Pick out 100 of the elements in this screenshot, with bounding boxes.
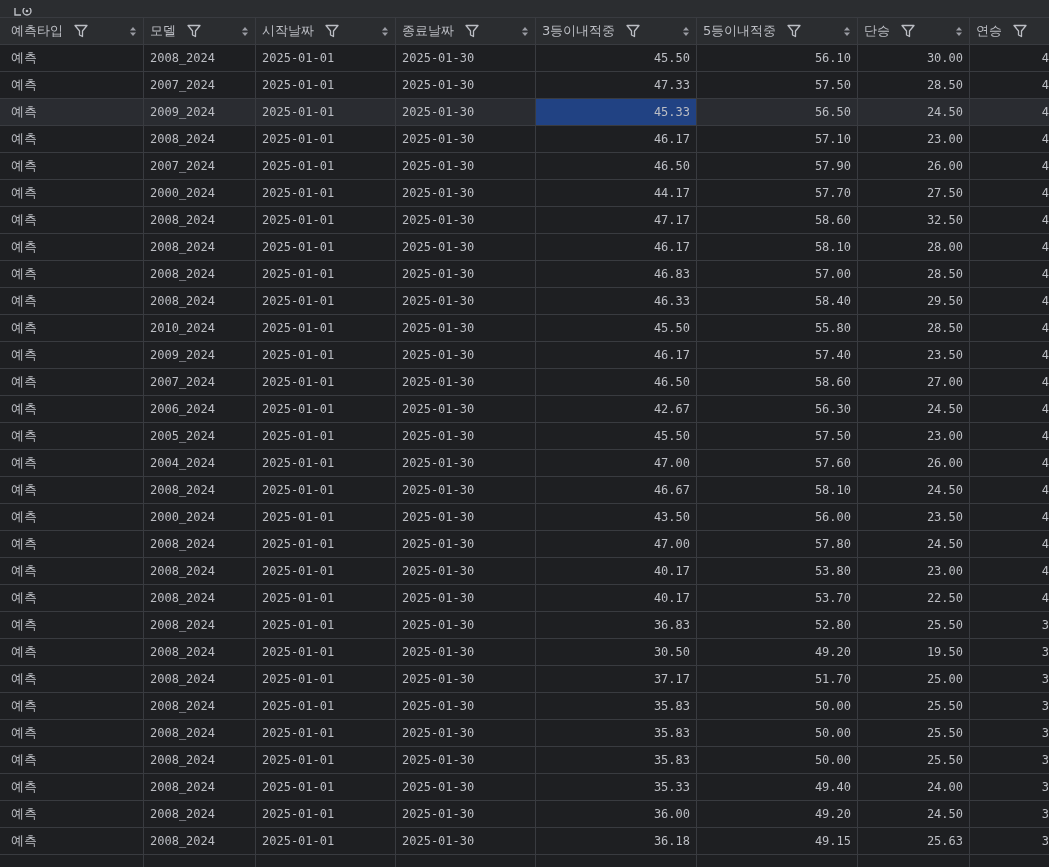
table-cell: 2000_2024 (144, 180, 256, 206)
column-header[interactable]: 시작날짜 (256, 18, 396, 44)
table-row[interactable]: 예측 2008_2024 2025-01-01 2025-01-30 40.17 53.80 23.00 4 (0, 558, 1049, 585)
table-cell: 2025-01-01 (256, 774, 396, 800)
table-row[interactable]: 예측 2009_2024 2025-01-01 2025-01-30 45.33 56.50 24.50 4 (0, 99, 1049, 126)
table-row[interactable]: 예측 2008_2024 2025-01-01 2025-01-30 35.83 50.00 25.50 3 (0, 693, 1049, 720)
filter-icon[interactable] (186, 23, 202, 39)
table-row[interactable]: 예측 2008_2024 2025-01-01 2025-01-30 30.50 49.20 19.50 3 (0, 639, 1049, 666)
table-cell: 2025-01-30 (396, 720, 536, 746)
table-cell: 49.20 (697, 801, 858, 827)
table-cell-text: 4 (1040, 563, 1049, 580)
table-cell: 예측 (5, 450, 144, 476)
table-cell: 2025-01-01 (256, 369, 396, 395)
table-cell: 45.50 (536, 315, 697, 341)
filter-icon[interactable] (73, 23, 89, 39)
filter-icon[interactable] (324, 23, 340, 39)
table-cell: 2010_2024 (144, 315, 256, 341)
table-row[interactable]: 예측 2008_2024 2025-01-01 2025-01-30 46.33 58.40 29.50 4 (0, 288, 1049, 315)
column-header[interactable]: 종료날짜 (396, 18, 536, 44)
table-cell: 2025-01-01 (256, 288, 396, 314)
table-cell-text: 4 (1040, 320, 1049, 337)
table-cell: 28.00 (858, 234, 970, 260)
sort-icon[interactable] (381, 25, 389, 37)
table-row[interactable]: 예측 2008_2024 2025-01-01 2025-01-30 46.17 57.10 23.00 4 (0, 126, 1049, 153)
table-cell: 44.17 (536, 180, 697, 206)
table-row[interactable]: 예측 2007_2024 2025-01-01 2025-01-30 46.50 57.90 26.00 4 (0, 153, 1049, 180)
table-cell: 2008_2024 (144, 261, 256, 287)
filter-icon[interactable] (464, 23, 480, 39)
table-cell: 2025-01-30 (396, 666, 536, 692)
table-cell-text: 4 (1040, 401, 1049, 418)
table-row[interactable]: 예측 2008_2024 2025-01-01 2025-01-30 35.83 50.00 25.50 3 (0, 720, 1049, 747)
table-row[interactable]: 예측 2008_2024 2025-01-01 2025-01-30 35.83 50.00 25.50 3 (0, 747, 1049, 774)
sort-icon[interactable] (521, 25, 529, 37)
table-row[interactable]: 예측 2010_2024 2025-01-01 2025-01-30 45.50 55.80 28.50 4 (0, 315, 1049, 342)
table-cell: 2025-01-01 (256, 558, 396, 584)
sort-icon[interactable] (843, 25, 851, 37)
filter-icon[interactable] (786, 23, 803, 39)
table-cell: 2008_2024 (144, 126, 256, 152)
column-header[interactable]: 5등이내적중 (697, 18, 858, 44)
table-row[interactable]: 예측 2008_2024 2025-01-01 2025-01-30 45.50 56.10 30.00 4 (0, 45, 1049, 72)
table-cell: 2006_2024 (144, 396, 256, 422)
table-row[interactable]: 예측 2006_2024 2025-01-01 2025-01-30 42.67 56.30 24.50 4 (0, 396, 1049, 423)
table-row[interactable]: 예측 2007_2024 2025-01-01 2025-01-30 46.50 58.60 27.00 4 (0, 369, 1049, 396)
table-row[interactable]: 예측 2008_2024 2025-01-01 2025-01-30 35.33 49.40 24.00 3 (0, 774, 1049, 801)
filter-icon[interactable] (625, 23, 642, 39)
table-cell: 예측 (5, 747, 144, 773)
table-cell: 2025-01-30 (396, 153, 536, 179)
table-row[interactable]: 예측 2008_2024 2025-01-01 2025-01-30 46.83 57.00 28.50 4 (0, 261, 1049, 288)
table-cell: 예측 (5, 207, 144, 233)
table-row[interactable]: 예측 2000_2024 2025-01-01 2025-01-30 43.50 56.00 23.50 4 (0, 504, 1049, 531)
table-row[interactable]: 예측 2007_2024 2025-01-01 2025-01-30 47.33 57.50 28.50 4 (0, 72, 1049, 99)
sort-icon[interactable] (955, 25, 963, 37)
column-header[interactable]: 3등이내적중 (536, 18, 697, 44)
table-cell-text: 4 (1040, 158, 1049, 175)
column-header[interactable]: 예측타입 (5, 18, 144, 44)
column-header[interactable]: 모델 (144, 18, 256, 44)
column-title: 연승 (976, 22, 1002, 41)
table-cell: 2025-01-30 (396, 45, 536, 71)
table-row[interactable]: 예측 2008_2024 2025-01-01 2025-01-30 37.17 51.70 25.00 3 (0, 666, 1049, 693)
table-cell: 2025-01-30 (396, 774, 536, 800)
table-cell: 2025-01-01 (256, 261, 396, 287)
table-cell: 2025-01-30 (396, 288, 536, 314)
table-cell: 예측 (5, 342, 144, 368)
table-row[interactable]: 예측 2008_2024 2025-01-01 2025-01-30 36.18 49.15 25.63 3 (0, 828, 1049, 855)
table-cell-text: 4 (1040, 239, 1049, 256)
table-row[interactable]: 예측 2008_2024 2025-01-01 2025-01-30 46.17 58.10 28.00 4 (0, 234, 1049, 261)
table-cell: 36.83 (536, 612, 697, 638)
table-row[interactable]: 예측 2008_2024 2025-01-01 2025-01-30 36.83 52.80 25.50 3 (0, 612, 1049, 639)
table-row[interactable]: 예측 2008_2024 2025-01-01 2025-01-30 47.00 57.80 24.50 4 (0, 531, 1049, 558)
column-title: 3등이내적중 (542, 22, 616, 41)
table-row[interactable]: 예측 2000_2024 2025-01-01 2025-01-30 44.17 57.70 27.50 4 (0, 180, 1049, 207)
table-cell: 55.80 (697, 315, 858, 341)
sort-icon[interactable] (241, 25, 249, 37)
sort-icon[interactable] (682, 25, 690, 37)
table-cell: 2007_2024 (144, 72, 256, 98)
table-row[interactable]: 예측 2009_2024 2025-01-01 2025-01-30 46.17 57.40 23.50 4 (0, 342, 1049, 369)
table-cell: 24.50 (858, 99, 970, 125)
table-cell: 예측 (5, 531, 144, 557)
table-cell: 58.10 (697, 477, 858, 503)
table-row[interactable]: 예측 2008_2024 2025-01-01 2025-01-30 40.17 53.70 22.50 4 (0, 585, 1049, 612)
table-row[interactable]: 예측 2008_2024 2025-01-01 2025-01-30 47.17 58.60 32.50 4 (0, 207, 1049, 234)
table-cell-text: 4 (1040, 131, 1049, 148)
table-cell-text: 4 (1040, 185, 1049, 202)
column-header[interactable]: 연승 (970, 18, 1049, 44)
table-cell: 2025-01-01 (256, 207, 396, 233)
column-header[interactable]: 단승 (858, 18, 970, 44)
table-cell-text: 3 (1040, 698, 1049, 715)
table-cell-text: 4 (1040, 590, 1049, 607)
table-row[interactable]: 예측 2008_2024 2025-01-01 2025-01-30 36.00 49.20 24.50 3 (0, 801, 1049, 828)
table-row[interactable]: 예측 2005_2024 2025-01-01 2025-01-30 45.50 57.50 23.00 4 (0, 423, 1049, 450)
table-row[interactable]: 예측 2004_2024 2025-01-01 2025-01-30 47.00 57.60 26.00 4 (0, 450, 1049, 477)
table-row[interactable]: 예측 2008_2024 2025-01-01 2025-01-30 46.67 58.10 24.50 4 (0, 477, 1049, 504)
filter-icon[interactable] (900, 23, 916, 39)
table-cell: 46.50 (536, 153, 697, 179)
table-cell-text: 4 (1040, 347, 1049, 364)
table-cell: 2025-01-30 (396, 531, 536, 557)
table-cell: 예측 (5, 261, 144, 287)
sort-icon[interactable] (129, 25, 137, 37)
filter-icon[interactable] (1012, 23, 1028, 39)
table-cell: 24.50 (858, 801, 970, 827)
